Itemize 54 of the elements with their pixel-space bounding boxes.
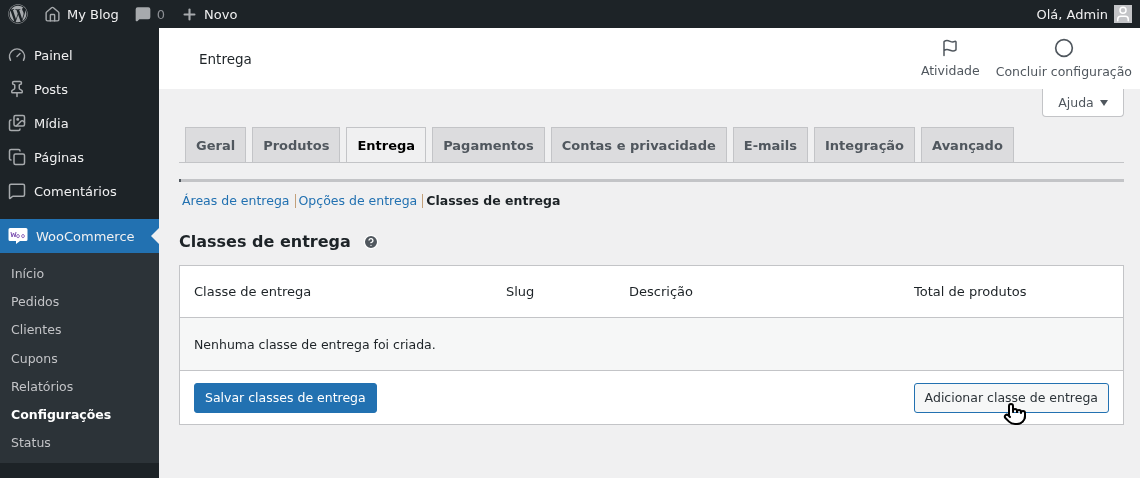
column-header: Total de produtos xyxy=(914,284,1028,299)
comment-icon xyxy=(8,182,26,200)
subtab-link[interactable]: Áreas de entrega xyxy=(179,193,293,208)
new-link[interactable]: Novo xyxy=(181,5,238,23)
subtab-link[interactable]: Opções de entrega xyxy=(295,193,421,208)
sidebar-item[interactable]: Painel xyxy=(0,38,159,72)
help-button[interactable]: Ajuda xyxy=(1042,89,1124,117)
submenu-item[interactable]: Início xyxy=(0,259,159,288)
header-action[interactable]: Atividade xyxy=(912,39,988,78)
pages-icon xyxy=(8,148,26,166)
header-action[interactable]: Concluir configuração xyxy=(987,38,1140,79)
tab[interactable]: E-mails xyxy=(732,127,808,162)
tab[interactable]: Entrega xyxy=(346,127,427,162)
save-button[interactable]: Salvar classes de entrega xyxy=(194,382,377,413)
wordpress-logo-icon[interactable] xyxy=(8,4,28,24)
tab[interactable]: Produtos xyxy=(252,127,341,162)
tab[interactable]: Pagamentos xyxy=(432,127,545,162)
sidebar-item[interactable]: Páginas xyxy=(0,140,159,174)
plus-icon xyxy=(181,5,199,23)
account-link[interactable]: Olá, Admin xyxy=(1036,5,1132,23)
gauge-icon xyxy=(8,46,26,64)
flag-icon xyxy=(941,39,960,57)
tab[interactable]: Geral xyxy=(185,127,247,162)
comment-icon xyxy=(134,6,151,22)
tab[interactable]: Avançado xyxy=(921,127,1014,162)
sidebar-item[interactable]: Mídia xyxy=(0,106,159,140)
sidebar-item[interactable]: Comentários xyxy=(0,174,159,208)
tab[interactable]: Contas e privacidade xyxy=(550,127,727,162)
page-title: Entrega xyxy=(199,50,253,67)
circle-icon xyxy=(1053,38,1074,58)
column-header: Classe de entrega xyxy=(194,284,313,299)
section-title: Classes de entrega xyxy=(179,232,351,251)
empty-message: Nenhuma classe de entrega foi criada. xyxy=(194,336,436,352)
submenu-item[interactable]: Pedidos xyxy=(0,287,159,316)
tab[interactable]: Integração xyxy=(814,127,916,162)
sidebar-item[interactable]: Posts xyxy=(0,72,159,106)
home-icon xyxy=(44,5,61,23)
submenu-item[interactable]: Relatórios xyxy=(0,372,159,401)
submenu-item[interactable]: Cupons xyxy=(0,343,159,373)
woo-logo-icon xyxy=(8,227,28,245)
caret-icon xyxy=(1099,99,1108,106)
submenu-item[interactable]: Status xyxy=(0,428,159,458)
site-link[interactable]: My Blog xyxy=(44,5,119,23)
media-icon xyxy=(8,114,26,132)
help-icon[interactable] xyxy=(362,233,379,250)
avatar-icon xyxy=(1114,5,1132,23)
comments-link[interactable]: 0 xyxy=(134,6,166,22)
sidebar-item[interactable]: WooCommerce xyxy=(0,219,159,253)
subtab-link[interactable]: Classes de entrega xyxy=(423,193,564,208)
submenu-item[interactable]: Clientes xyxy=(0,315,159,344)
submenu-item[interactable]: Configurações xyxy=(0,400,159,429)
column-header: Descrição xyxy=(629,284,694,299)
column-header: Slug xyxy=(506,284,536,299)
pin-icon xyxy=(8,80,26,98)
